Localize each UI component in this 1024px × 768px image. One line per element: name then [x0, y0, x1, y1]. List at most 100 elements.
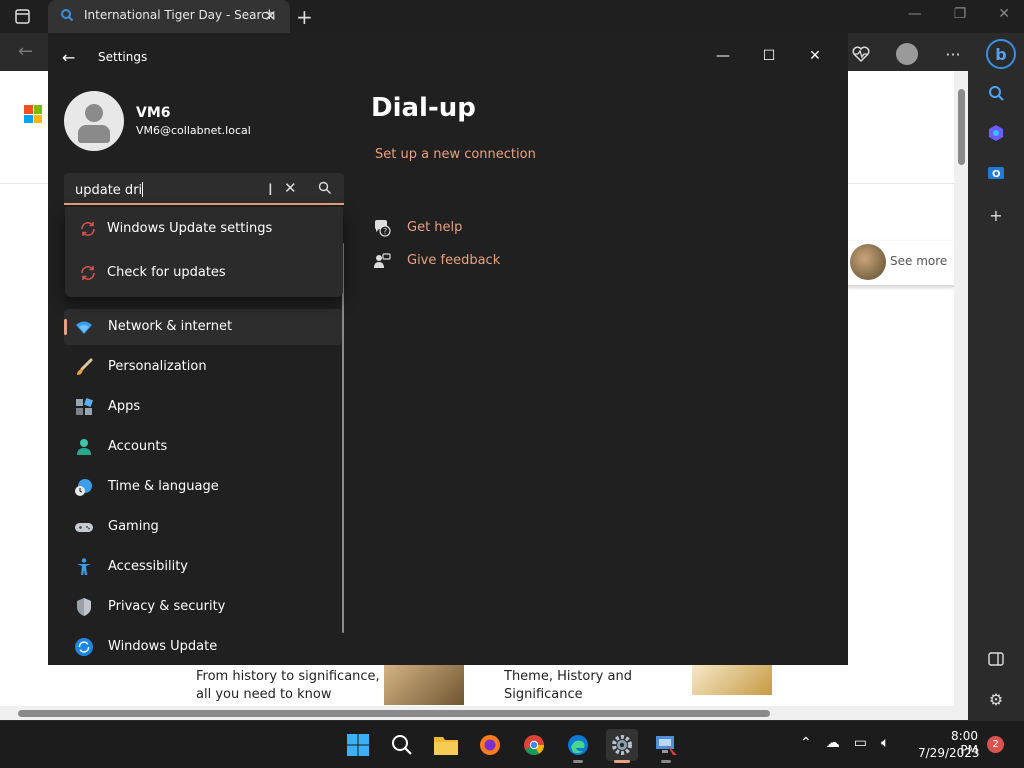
chevron-up-icon[interactable]: ⌃ — [800, 735, 812, 751]
nav-personalization[interactable]: Personalization — [64, 349, 342, 385]
remote-desktop-icon — [656, 736, 677, 755]
article-image-2[interactable] — [692, 665, 772, 695]
nav-accessibility[interactable]: Accessibility — [64, 549, 342, 585]
horizontal-scroll-thumb[interactable] — [18, 710, 770, 717]
tab-actions-icon[interactable] — [12, 7, 34, 27]
nav-scrollbar[interactable] — [342, 243, 344, 633]
nav-privacy-security[interactable]: Privacy & security — [64, 589, 342, 625]
nav-label: Windows Update — [108, 639, 218, 654]
firefox-icon — [480, 735, 500, 755]
suggestion-windows-update-settings[interactable]: Windows Update settings — [65, 207, 343, 251]
nav-accounts[interactable]: Accounts — [64, 429, 342, 465]
gear-icon[interactable]: ⚙ — [984, 687, 1008, 711]
add-icon[interactable]: + — [984, 203, 1008, 227]
outlook-icon[interactable]: O — [984, 161, 1008, 185]
volume-icon[interactable]: 🔈︎ — [881, 735, 889, 751]
nav-label: Apps — [108, 399, 141, 414]
windows-logo-icon — [347, 734, 369, 756]
profile-avatar-icon[interactable] — [894, 41, 920, 67]
bing-icon[interactable]: b — [986, 39, 1016, 69]
minimize-icon[interactable]: — — [700, 41, 746, 71]
search-favicon-icon — [61, 9, 74, 22]
see-more-card[interactable]: See more — [844, 241, 954, 287]
back-arrow-icon[interactable]: ← — [62, 48, 75, 67]
edge-icon — [568, 735, 588, 755]
nav-label: Accounts — [108, 439, 168, 454]
page-title: Dial-up — [371, 93, 476, 123]
sync-icon — [81, 266, 95, 280]
tab-close-icon[interactable]: ✕ — [264, 7, 277, 25]
browser-back-icon[interactable]: ← — [18, 41, 33, 62]
microsoft-logo-icon[interactable] — [24, 105, 42, 123]
running-indicator — [573, 760, 583, 763]
settings-app-button[interactable] — [606, 729, 638, 763]
settings-window: ← Settings — ☐ ✕ VM6 VM6@collabnet.local… — [48, 33, 848, 665]
nav-apps[interactable]: Apps — [64, 389, 342, 425]
restore-icon[interactable]: ❐ — [954, 6, 967, 22]
file-explorer-button[interactable] — [430, 729, 462, 761]
edge-button[interactable] — [562, 729, 594, 763]
taskbar-search-button[interactable] — [386, 729, 418, 761]
suggestion-check-for-updates[interactable]: Check for updates — [65, 251, 343, 295]
nav-windows-update[interactable]: Windows Update — [64, 629, 342, 665]
minimize-icon[interactable]: — — [908, 6, 922, 22]
gear-icon — [612, 735, 632, 755]
running-indicator — [661, 760, 671, 763]
network-icon[interactable]: ▭ — [854, 735, 867, 751]
folder-icon — [434, 737, 458, 755]
system-tray: ⌃ ☁ ▭ 🔈︎ — [800, 735, 889, 751]
copilot-icon[interactable] — [984, 121, 1008, 145]
article-snippet-2[interactable]: Theme, History and Significance — [504, 668, 654, 704]
browser-window-controls: — ❐ ✕ — [908, 6, 1010, 22]
cloud-off-icon[interactable]: ☁ — [826, 735, 840, 751]
new-tab-icon[interactable]: + — [296, 5, 313, 29]
wifi-icon — [76, 321, 92, 334]
start-button[interactable] — [342, 729, 374, 761]
horizontal-scrollbar[interactable] — [0, 706, 968, 720]
windows-update-icon — [75, 638, 93, 656]
controller-icon — [75, 523, 93, 532]
notification-badge[interactable]: 2 — [987, 736, 1004, 753]
nav-label: Gaming — [108, 519, 159, 534]
search-icon[interactable] — [318, 181, 332, 195]
search-icon — [392, 735, 412, 755]
selected-indicator — [64, 319, 67, 335]
see-more-label: See more — [890, 254, 948, 268]
sync-icon — [81, 222, 95, 236]
search-input-value[interactable]: update dri — [75, 182, 144, 198]
taskbar: ⌃ ☁ ▭ 🔈︎ 8:00 PM 7/29/2023 2 — [0, 720, 1024, 768]
nav-time-language[interactable]: Time & language — [64, 469, 342, 505]
remote-desktop-button[interactable] — [650, 729, 682, 763]
browser-sidebar: O + ⚙ — [968, 71, 1024, 720]
settings-search-input[interactable]: update dri I ✕ — [64, 173, 344, 205]
more-options-icon[interactable]: ··· — [940, 41, 966, 67]
maximize-icon[interactable]: ☐ — [746, 41, 792, 71]
firefox-button[interactable] — [474, 729, 506, 761]
article-snippet-1[interactable]: From history to significance, all you ne… — [196, 668, 386, 704]
help-chat-icon: ? — [375, 220, 391, 237]
close-icon[interactable]: ✕ — [792, 41, 838, 71]
active-indicator — [614, 760, 630, 763]
browser-tab[interactable]: International Tiger Day - Search ✕ — [48, 0, 290, 33]
chrome-button[interactable] — [518, 729, 550, 761]
nav-gaming[interactable]: Gaming — [64, 509, 342, 545]
search-icon[interactable] — [984, 81, 1008, 105]
search-suggestions: Windows Update settings Check for update… — [65, 207, 343, 297]
text-cursor-icon: I — [268, 180, 273, 199]
clear-search-icon[interactable]: ✕ — [284, 179, 297, 197]
accessibility-icon — [77, 558, 91, 575]
get-help-link[interactable]: ? Get help — [373, 217, 573, 241]
user-avatar[interactable] — [64, 91, 124, 151]
close-icon[interactable]: ✕ — [998, 6, 1010, 22]
nav-network-internet[interactable]: Network & internet — [64, 309, 342, 345]
shield-icon — [77, 598, 91, 616]
vertical-scroll-thumb[interactable] — [958, 89, 965, 165]
setup-connection-link[interactable]: Set up a new connection — [375, 147, 536, 162]
health-icon[interactable] — [848, 41, 874, 67]
give-feedback-link[interactable]: Give feedback — [373, 250, 573, 274]
sidebar-toggle-icon[interactable] — [984, 647, 1008, 671]
article-image-1[interactable] — [384, 665, 464, 705]
tiger-thumbnail — [850, 244, 886, 280]
clock-date[interactable]: 7/29/2023 — [918, 746, 980, 760]
vertical-scrollbar[interactable] — [954, 71, 968, 706]
